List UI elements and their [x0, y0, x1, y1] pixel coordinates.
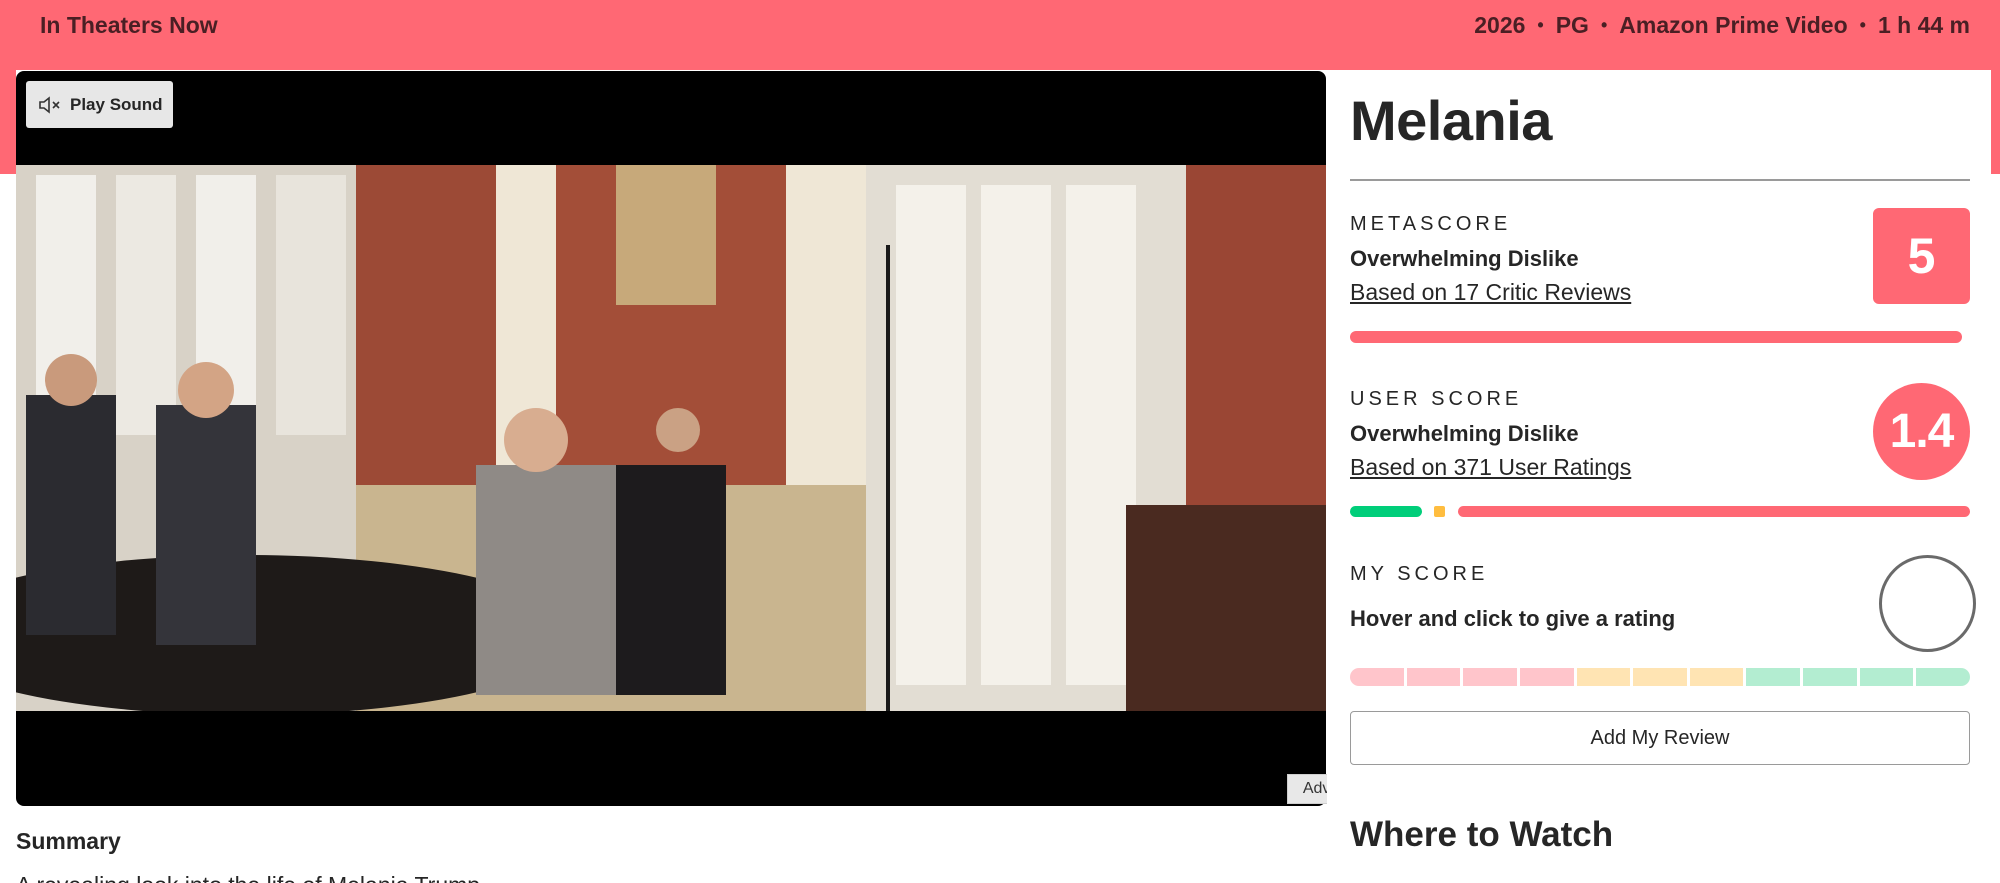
meta-separator: • — [1859, 15, 1866, 35]
rating-segment-10[interactable] — [1916, 668, 1971, 686]
runtime: 1 h 44 m — [1877, 12, 1970, 38]
video-frame — [16, 165, 1326, 711]
rating-segment-2[interactable] — [1463, 668, 1517, 686]
my-score-hint: Hover and click to give a rating — [1350, 606, 1676, 631]
metascore-badge[interactable]: 5 — [1873, 208, 1970, 304]
my-score-label: MY SCORE — [1350, 563, 1489, 585]
speaker-muted-icon — [39, 95, 60, 114]
title-divider — [1350, 179, 1970, 181]
summary-text: A revealing look into the life of Melani… — [16, 872, 480, 883]
release-year: 2026 — [1474, 12, 1526, 38]
trailer-video-player[interactable]: Play Sound — [16, 71, 1326, 806]
user-score-negative-bar — [1458, 506, 1970, 517]
rating-selector[interactable] — [1350, 668, 1971, 686]
my-score-badge[interactable] — [1879, 555, 1976, 652]
metascore-distribution-bar — [1350, 331, 1962, 343]
user-ratings-link[interactable]: Based on 371 User Ratings — [1350, 454, 1631, 481]
meta-separator: • — [1600, 15, 1608, 35]
rating-segment-0[interactable] — [1350, 668, 1404, 686]
play-sound-button[interactable]: Play Sound — [26, 81, 173, 128]
rating-segment-4[interactable] — [1576, 668, 1631, 686]
metascore-label: METASCORE — [1350, 213, 1512, 235]
user-score-badge[interactable]: 1.4 — [1873, 383, 1970, 480]
where-to-watch-heading: Where to Watch — [1350, 815, 1614, 854]
metascore-sentiment: Overwhelming Dislike — [1350, 246, 1579, 271]
user-score-mixed-bar — [1434, 506, 1445, 517]
rating-segment-1[interactable] — [1406, 668, 1461, 686]
header-band-edge — [0, 70, 16, 174]
play-sound-label: Play Sound — [70, 94, 163, 114]
add-review-button[interactable]: Add My Review — [1350, 711, 1970, 765]
movie-meta-line: 2026 • PG • Amazon Prime Video • 1 h 44 … — [1474, 12, 1970, 39]
user-score-label: USER SCORE — [1350, 388, 1523, 410]
rating-badge: PG — [1555, 12, 1589, 38]
distributor: Amazon Prime Video — [1619, 12, 1848, 38]
critic-reviews-link[interactable]: Based on 17 Critic Reviews — [1350, 279, 1631, 306]
rating-segment-3[interactable] — [1519, 668, 1574, 686]
page-title: Melania — [1350, 89, 1552, 152]
user-score-positive-bar — [1350, 506, 1422, 517]
rating-segment-6[interactable] — [1689, 668, 1744, 686]
rating-segment-8[interactable] — [1803, 668, 1857, 686]
summary-heading: Summary — [16, 828, 121, 854]
release-status: In Theaters Now — [40, 12, 218, 38]
rating-segment-9[interactable] — [1859, 668, 1914, 686]
rating-segment-7[interactable] — [1746, 668, 1801, 686]
header-band-edge — [1991, 70, 2000, 174]
meta-separator: • — [1537, 15, 1544, 35]
rating-segment-5[interactable] — [1633, 668, 1687, 686]
user-score-sentiment: Overwhelming Dislike — [1350, 421, 1579, 446]
